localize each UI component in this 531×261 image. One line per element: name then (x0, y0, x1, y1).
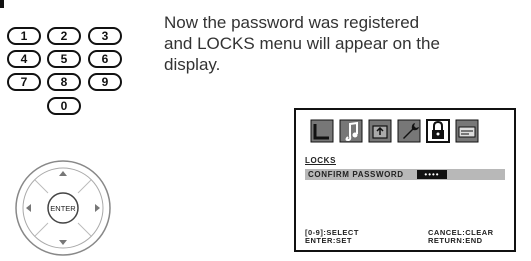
enter-button[interactable]: ENTER (47, 192, 79, 224)
key-6[interactable]: 6 (88, 50, 122, 68)
numeric-keypad: 1 2 3 4 5 6 7 8 9 0 (0, 0, 140, 130)
key-9[interactable]: 9 (88, 73, 122, 91)
card-icon[interactable] (455, 118, 479, 144)
hint-set: ENTER:SET (305, 236, 353, 245)
confirm-password-row[interactable]: CONFIRM PASSWORD •••• (305, 169, 505, 180)
instruction-line-3: display. (164, 55, 221, 74)
key-4[interactable]: 4 (7, 50, 41, 68)
key-8[interactable]: 8 (47, 73, 81, 91)
instruction-text: Now the password was registered and LOCK… (164, 12, 524, 75)
locks-title: LOCKS (305, 156, 336, 165)
instruction-line-1: Now the password was registered (164, 13, 420, 32)
key-7[interactable]: 7 (7, 73, 41, 91)
key-3[interactable]: 3 (88, 27, 122, 45)
wrench-icon[interactable] (397, 118, 421, 144)
disc-icon[interactable] (310, 118, 334, 144)
speaker-box-icon[interactable] (368, 118, 392, 144)
key-5[interactable]: 5 (47, 50, 81, 68)
hint-end: RETURN:END (428, 236, 483, 245)
instruction-line-2: and LOCKS menu will appear on the (164, 34, 440, 53)
music-note-icon[interactable] (339, 118, 363, 144)
key-2[interactable]: 2 (47, 27, 81, 45)
password-field[interactable]: •••• (417, 170, 447, 179)
key-0[interactable]: 0 (47, 97, 81, 115)
osd-screen: LOCKS CONFIRM PASSWORD •••• [0-9]:SELECT… (294, 108, 516, 252)
enter-label: ENTER (50, 204, 76, 213)
confirm-password-label: CONFIRM PASSWORD (308, 170, 404, 179)
key-1[interactable]: 1 (7, 27, 41, 45)
padlock-icon[interactable] (426, 118, 450, 144)
direction-pad-graphic: ENTER (15, 160, 111, 256)
direction-pad: ENTER (7, 156, 119, 256)
